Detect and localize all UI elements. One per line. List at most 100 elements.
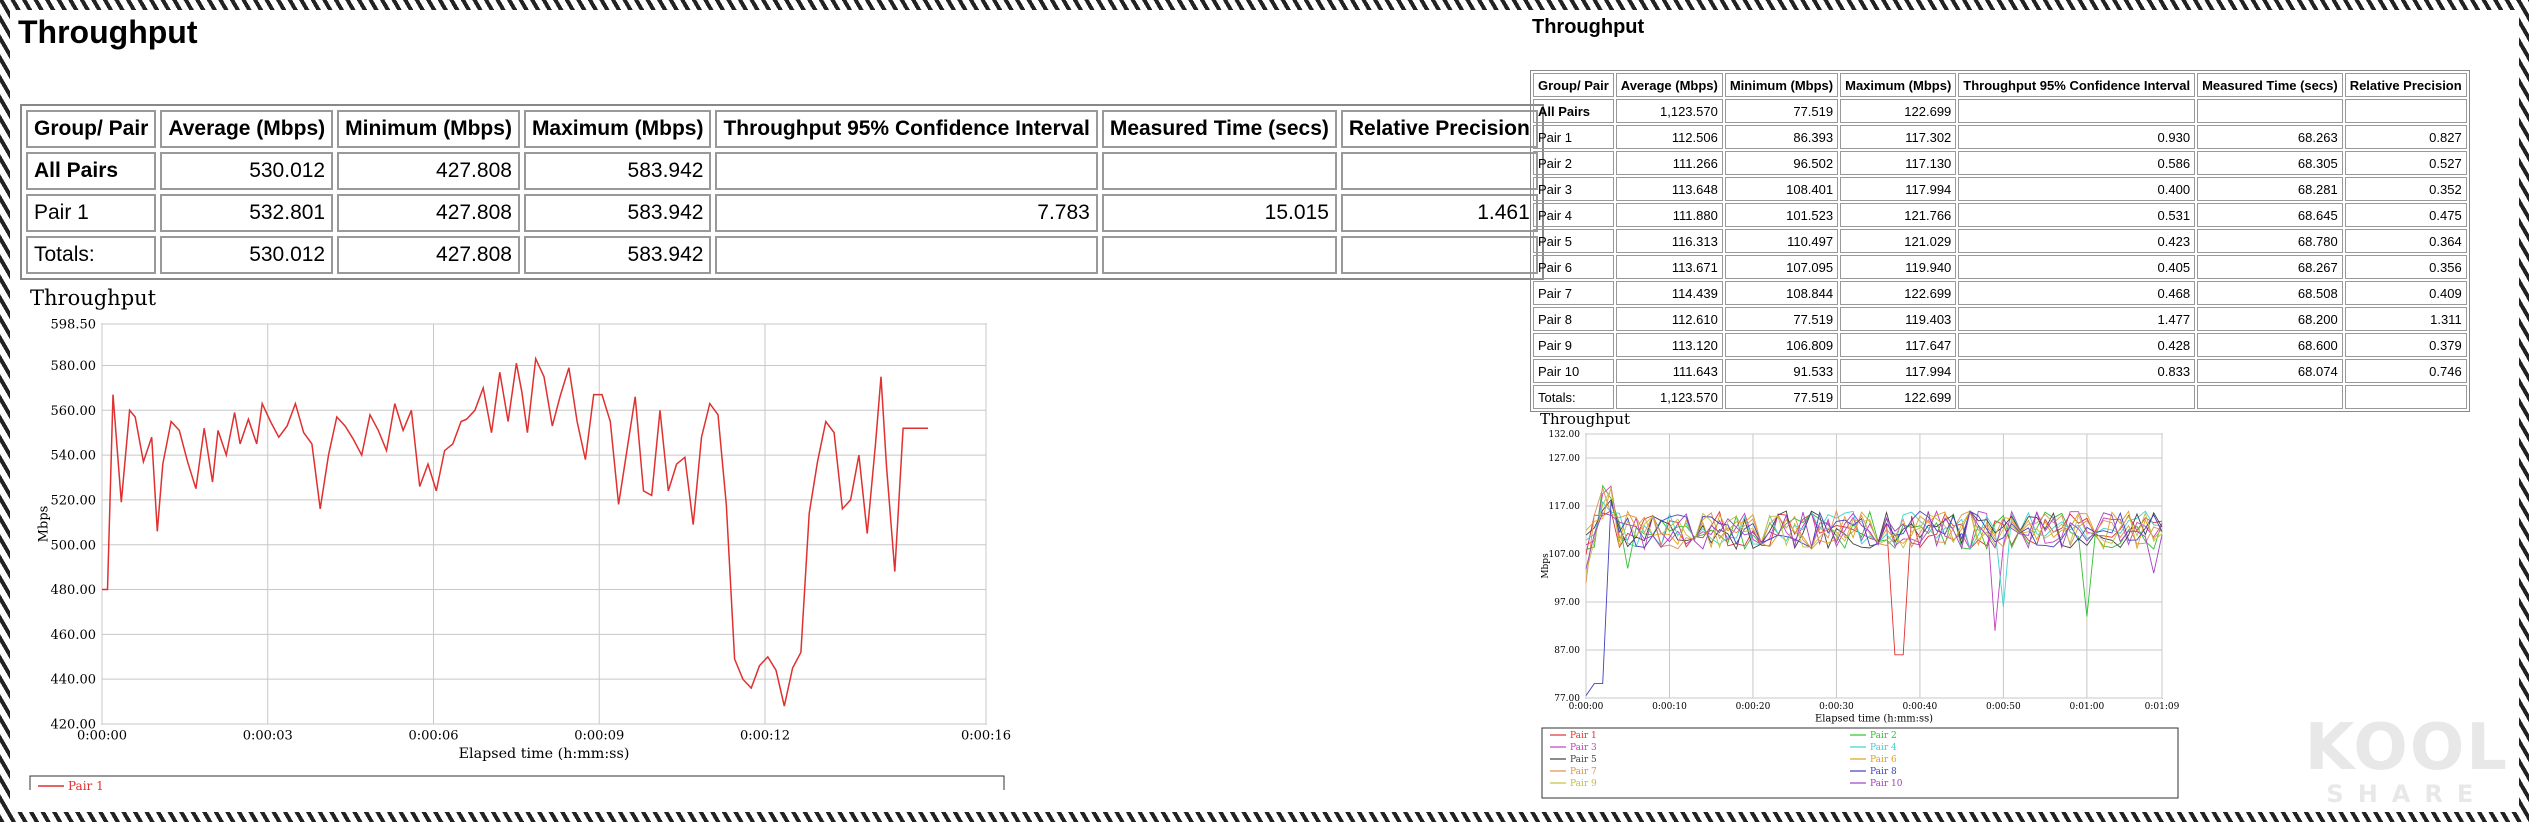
- left-table-cell: 15.015: [1101, 194, 1337, 232]
- left-table-header-cell: Average (Mbps): [160, 110, 334, 148]
- right-table-row: Totals: 1,123.570 77.519 122.699: [1533, 385, 2467, 409]
- right-chart-legend-label: Pair 1: [1570, 731, 1597, 741]
- right-chart-ytick-label: 117.00: [1549, 502, 1581, 512]
- left-chart-ytick-label: 520.00: [51, 493, 97, 508]
- right-table-cell: Pair 5: [1533, 229, 1614, 253]
- right-table-row: Pair 3 113.648 108.401 117.994 0.400 68.281 0.…: [1533, 177, 2467, 201]
- right-chart-legend-label: Pair 4: [1870, 743, 1897, 753]
- right-table-cell: 116.313: [1615, 229, 1723, 253]
- right-table-cell: 68.074: [2197, 359, 2343, 383]
- right-table-cell: 77.519: [1724, 307, 1839, 331]
- right-table-header-cell: Throughput 95% Confidence Interval: [1958, 73, 2196, 97]
- left-table-cell: All Pairs: [26, 152, 157, 190]
- left-table-cell: 7.783: [715, 194, 1098, 232]
- right-table-cell: [1958, 99, 2196, 123]
- right-table-cell: 0.405: [1958, 255, 2196, 279]
- left-table-cell: Totals:: [26, 236, 157, 274]
- right-table-cell: 117.994: [1840, 177, 1957, 201]
- right-table-cell: [2197, 99, 2343, 123]
- right-table-cell: [1958, 385, 2196, 409]
- left-chart-legend: [29, 775, 1005, 790]
- left-throughput-chart: 598.50 580.00 560.00 540.00 520.00 500.00 480.…: [29, 318, 1011, 790]
- right-table-cell: Pair 3: [1533, 177, 1614, 201]
- right-table-cell: 0.468: [1958, 281, 2196, 305]
- left-table-cell: [715, 236, 1098, 274]
- right-chart-y-axis-label: Mbps: [1541, 553, 1551, 579]
- right-table-cell: 111.880: [1615, 203, 1723, 227]
- right-table-cell: 112.610: [1615, 307, 1723, 331]
- left-chart-xtick-label: 0:00:06: [408, 729, 458, 744]
- right-chart-ytick-label: 127.00: [1549, 454, 1581, 464]
- right-throughput-table: Group/ Pair Average (Mbps) Minimum (Mbps) M…: [1530, 70, 2470, 412]
- right-table-row: Pair 7 114.439 108.844 122.699 0.468 68.508 0.…: [1533, 281, 2467, 305]
- right-table-cell: 101.523: [1724, 203, 1839, 227]
- right-table-cell: 113.120: [1615, 333, 1723, 357]
- right-table-cell: 0.527: [2344, 151, 2467, 175]
- right-table-cell: 107.095: [1724, 255, 1839, 279]
- left-chart-ytick-label: 598.50: [51, 318, 97, 333]
- right-table-cell: 122.699: [1840, 281, 1957, 305]
- right-table-cell: 111.643: [1615, 359, 1723, 383]
- left-table-cell: 427.808: [337, 194, 520, 232]
- right-table-cell: 0.833: [1958, 359, 2196, 383]
- right-chart-ytick-label: 107.00: [1549, 550, 1581, 560]
- right-table-row: Pair 6 113.671 107.095 119.940 0.405 68.267 0.…: [1533, 255, 2467, 279]
- left-table-header-cell: Minimum (Mbps): [337, 110, 520, 148]
- left-chart-ytick-label: 500.00: [51, 538, 97, 553]
- left-chart-xtick-label: 0:00:03: [243, 729, 293, 744]
- left-table-cell: 583.942: [523, 194, 712, 232]
- right-chart-legend-label: Pair 3: [1570, 743, 1597, 753]
- left-chart-ytick-label: 580.00: [51, 359, 97, 374]
- right-table-cell: 68.508: [2197, 281, 2343, 305]
- right-table-cell: 121.766: [1840, 203, 1957, 227]
- right-table-cell: 122.699: [1840, 99, 1957, 123]
- right-table-cell: 68.267: [2197, 255, 2343, 279]
- left-chart-xtick-label: 0:00:09: [574, 729, 624, 744]
- left-table-cell: 427.808: [337, 236, 520, 274]
- right-table-row: Pair 5 116.313 110.497 121.029 0.423 68.780 0.…: [1533, 229, 2467, 253]
- right-table-cell: Pair 9: [1533, 333, 1614, 357]
- right-table-cell: 77.519: [1724, 99, 1839, 123]
- right-table-cell: [2344, 99, 2467, 123]
- right-table-cell: Pair 8: [1533, 307, 1614, 331]
- left-chart-ytick-label: 540.00: [51, 449, 97, 464]
- right-table-row: All Pairs 1,123.570 77.519 122.699: [1533, 99, 2467, 123]
- left-chart-title: Throughput: [30, 286, 157, 310]
- right-table-cell: 0.352: [2344, 177, 2467, 201]
- right-table-cell: 1,123.570: [1615, 99, 1723, 123]
- left-table-header-cell: Group/ Pair: [26, 110, 157, 148]
- right-table-cell: [2344, 385, 2467, 409]
- left-table-cell: 583.942: [523, 236, 712, 274]
- left-page-title: Throughput: [18, 14, 198, 50]
- left-table-header-cell: Maximum (Mbps): [523, 110, 712, 148]
- right-chart-xtick-label: 0:00:10: [1652, 702, 1687, 712]
- right-chart-legend-label: Pair 2: [1870, 731, 1897, 741]
- right-table-cell: 117.994: [1840, 359, 1957, 383]
- left-table-cell: [1340, 152, 1538, 190]
- right-table-cell: 0.827: [2344, 125, 2467, 149]
- right-chart-xtick-label: 0:00:20: [1736, 702, 1771, 712]
- right-table-cell: 117.647: [1840, 333, 1957, 357]
- left-table-header-cell: Relative Precision: [1340, 110, 1538, 148]
- right-chart-xtick-label: 0:00:50: [1986, 702, 2021, 712]
- left-table-cell: [1101, 236, 1337, 274]
- left-table-cell: 530.012: [160, 152, 334, 190]
- left-throughput-table: Group/ Pair Average (Mbps) Minimum (Mbps) M…: [20, 104, 1544, 280]
- right-table-cell: 122.699: [1840, 385, 1957, 409]
- left-chart-ytick-label: 460.00: [51, 628, 97, 643]
- right-table-row: Pair 8 112.610 77.519 119.403 1.477 68.200 1.3…: [1533, 307, 2467, 331]
- right-table-cell: 119.940: [1840, 255, 1957, 279]
- left-table-row: Pair 1 532.801 427.808 583.942 7.783 15.015 1.…: [26, 194, 1538, 232]
- right-table-cell: 1.311: [2344, 307, 2467, 331]
- right-table-cell: 0.475: [2344, 203, 2467, 227]
- right-table-cell: Pair 6: [1533, 255, 1614, 279]
- right-table-cell: 0.356: [2344, 255, 2467, 279]
- right-table-row: Pair 9 113.120 106.809 117.647 0.428 68.600 0.…: [1533, 333, 2467, 357]
- right-table-cell: Totals:: [1533, 385, 1614, 409]
- right-table-cell: 117.130: [1840, 151, 1957, 175]
- left-chart-xtick-label: 0:00:12: [740, 729, 790, 744]
- left-table-cell: Pair 1: [26, 194, 157, 232]
- right-table-cell: 108.401: [1724, 177, 1839, 201]
- left-table-row: All Pairs 530.012 427.808 583.942: [26, 152, 1538, 190]
- right-table-cell: 121.029: [1840, 229, 1957, 253]
